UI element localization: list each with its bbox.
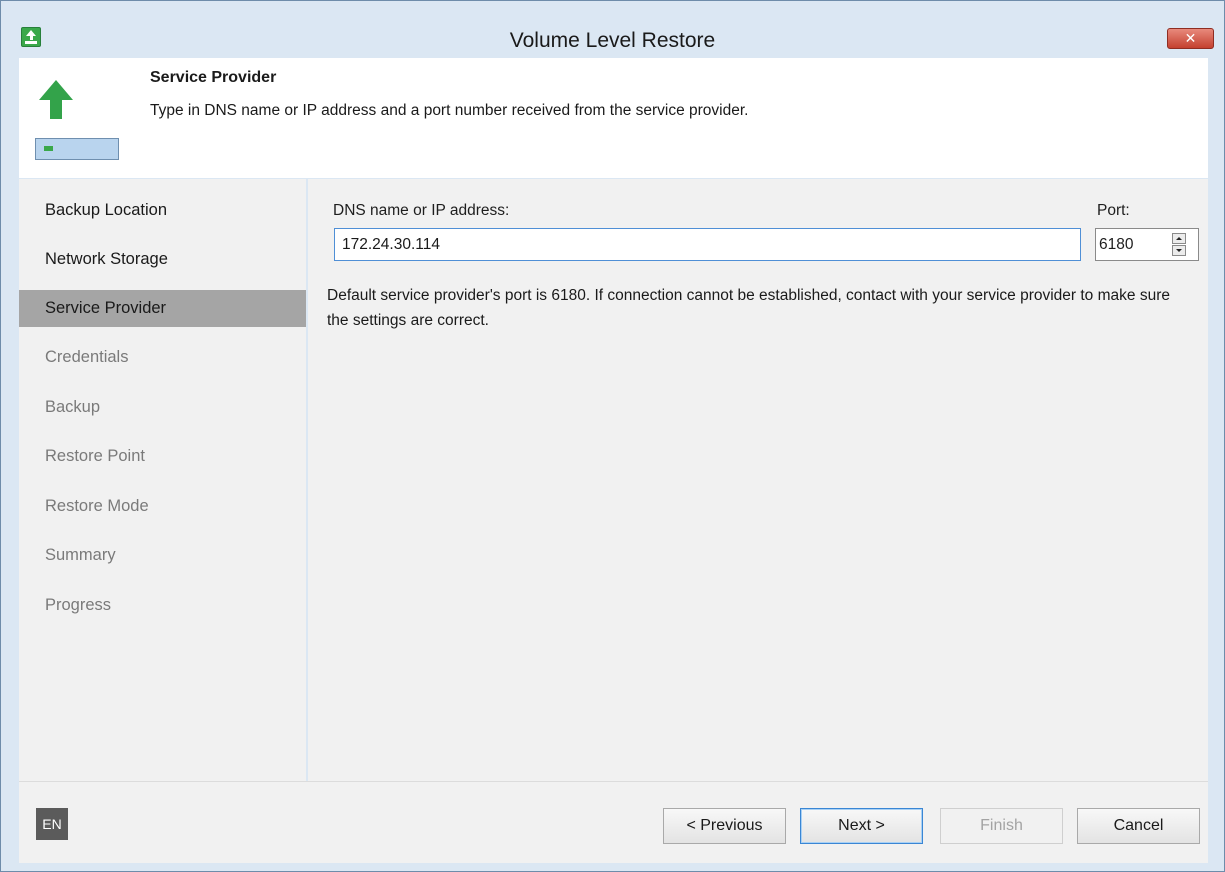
step-progress: Progress [45, 596, 112, 614]
step-title: Service Provider [150, 69, 277, 86]
step-credentials: Credentials [45, 348, 129, 366]
language-indicator[interactable]: EN [36, 808, 68, 840]
wizard-footer: EN < Previous Next > Finish Cancel [19, 781, 1208, 863]
cancel-button[interactable]: Cancel [1077, 808, 1200, 844]
previous-button[interactable]: < Previous [663, 808, 786, 844]
wizard-header: Service Provider Type in DNS name or IP … [19, 58, 1208, 178]
step-service-provider[interactable]: Service Provider [19, 290, 306, 327]
port-label: Port: [1097, 202, 1130, 219]
close-button[interactable]: ✕ [1167, 28, 1214, 49]
step-backup-location[interactable]: Backup Location [19, 192, 306, 229]
dns-input[interactable]: 172.24.30.114 [334, 228, 1081, 261]
title-bar: Volume Level Restore ✕ [1, 1, 1224, 56]
next-button[interactable]: Next > [800, 808, 923, 844]
step-network-storage[interactable]: Network Storage [19, 241, 306, 278]
restore-upload-icon [35, 76, 121, 162]
step-summary: Summary [45, 546, 116, 564]
wizard-steps-sidebar: Backup Location Network Storage Service … [19, 179, 306, 781]
step-backup: Backup [45, 398, 101, 416]
port-spinner[interactable] [1172, 233, 1186, 256]
port-stepper[interactable]: 6180 [1095, 228, 1199, 261]
spin-up-icon[interactable] [1172, 233, 1186, 244]
window-title: Volume Level Restore [509, 29, 716, 52]
step-restore-mode: Restore Mode [45, 497, 149, 515]
port-hint-text: Default service provider's port is 6180.… [327, 287, 1170, 329]
dns-label: DNS name or IP address: [333, 202, 510, 219]
spin-down-icon[interactable] [1172, 245, 1186, 256]
port-value[interactable]: 6180 [1099, 236, 1133, 253]
volume-level-restore-window: Volume Level Restore ✕ Service Provider … [0, 0, 1225, 872]
finish-button: Finish [940, 808, 1063, 844]
step-description: Type in DNS name or IP address and a por… [150, 102, 749, 119]
step-content: DNS name or IP address: Port: 172.24.30.… [308, 179, 1208, 781]
step-restore-point: Restore Point [45, 447, 145, 465]
